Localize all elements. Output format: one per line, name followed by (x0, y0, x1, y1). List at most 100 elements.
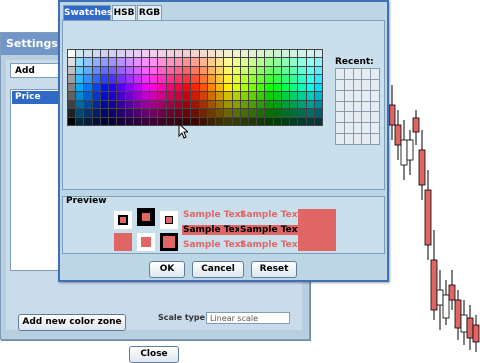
color-swatch[interactable] (158, 117, 166, 125)
color-swatch[interactable] (216, 83, 224, 92)
color-swatch[interactable] (314, 109, 322, 117)
recent-swatch[interactable] (362, 134, 371, 144)
color-swatch[interactable] (92, 100, 100, 109)
color-swatch[interactable] (314, 66, 322, 75)
color-swatch[interactable] (257, 50, 265, 58)
color-swatch[interactable] (207, 66, 216, 75)
color-swatch[interactable] (158, 92, 166, 100)
color-swatch[interactable] (166, 83, 174, 92)
color-swatch[interactable] (290, 92, 298, 100)
color-swatch[interactable] (166, 58, 174, 66)
color-swatch[interactable] (306, 100, 314, 109)
color-swatch[interactable] (257, 109, 265, 117)
color-swatch[interactable] (265, 75, 273, 83)
color-swatch[interactable] (232, 83, 240, 92)
recent-swatch[interactable] (353, 112, 362, 123)
color-swatch[interactable] (265, 66, 273, 75)
color-swatch[interactable] (125, 109, 133, 117)
color-swatch[interactable] (248, 50, 257, 58)
color-swatch[interactable] (207, 75, 216, 83)
color-swatch[interactable] (207, 100, 216, 109)
color-swatch[interactable] (199, 75, 207, 83)
color-swatch[interactable] (133, 109, 142, 117)
recent-swatch[interactable] (362, 69, 371, 79)
color-swatch[interactable] (125, 83, 133, 92)
recent-swatch[interactable] (336, 123, 344, 134)
color-swatch[interactable] (191, 83, 199, 92)
color-swatch[interactable] (150, 117, 158, 125)
color-swatch[interactable] (84, 58, 92, 66)
color-swatch[interactable] (158, 66, 166, 75)
color-swatch[interactable] (240, 109, 248, 117)
recent-swatch[interactable] (362, 112, 371, 123)
color-swatch[interactable] (68, 75, 76, 83)
color-swatch[interactable] (199, 100, 207, 109)
color-swatch[interactable] (125, 117, 133, 125)
color-swatch[interactable] (273, 50, 281, 58)
color-swatch[interactable] (68, 117, 76, 125)
color-swatch[interactable] (142, 117, 150, 125)
color-swatch[interactable] (240, 66, 248, 75)
color-swatch[interactable] (125, 75, 133, 83)
color-swatch[interactable] (306, 109, 314, 117)
color-swatch[interactable] (240, 75, 248, 83)
color-swatch[interactable] (133, 50, 142, 58)
color-swatch[interactable] (117, 58, 125, 66)
color-swatch[interactable] (109, 109, 117, 117)
color-swatch[interactable] (290, 58, 298, 66)
color-swatch[interactable] (240, 58, 248, 66)
add-dropdown[interactable]: Add (10, 63, 62, 78)
tab-swatches[interactable]: Swatches (63, 5, 112, 20)
color-swatch[interactable] (281, 58, 290, 66)
color-swatch[interactable] (76, 75, 84, 83)
recent-swatch[interactable] (362, 79, 371, 90)
color-swatch[interactable] (265, 100, 273, 109)
color-swatch[interactable] (84, 100, 92, 109)
color-swatch[interactable] (100, 83, 109, 92)
color-swatch[interactable] (191, 66, 199, 75)
color-swatch[interactable] (125, 100, 133, 109)
color-swatch[interactable] (281, 83, 290, 92)
color-swatch[interactable] (174, 66, 183, 75)
cancel-button[interactable]: Cancel (192, 261, 244, 278)
color-swatch[interactable] (207, 109, 216, 117)
recent-swatch[interactable] (336, 69, 344, 79)
color-swatch[interactable] (265, 109, 273, 117)
color-swatch[interactable] (109, 50, 117, 58)
color-swatch[interactable] (314, 117, 322, 125)
color-swatch[interactable] (92, 75, 100, 83)
color-swatch[interactable] (109, 75, 117, 83)
indicator-list[interactable]: Price (10, 89, 64, 271)
color-swatch[interactable] (92, 92, 100, 100)
color-swatch[interactable] (224, 83, 232, 92)
recent-swatch[interactable] (344, 90, 353, 101)
color-swatch[interactable] (216, 50, 224, 58)
color-swatch[interactable] (109, 92, 117, 100)
swatch-grid[interactable] (67, 49, 323, 126)
color-swatch[interactable] (232, 109, 240, 117)
color-swatch[interactable] (68, 66, 76, 75)
color-swatch[interactable] (174, 100, 183, 109)
color-swatch[interactable] (257, 117, 265, 125)
color-swatch[interactable] (281, 100, 290, 109)
color-swatch[interactable] (248, 117, 257, 125)
color-swatch[interactable] (183, 50, 191, 58)
color-swatch[interactable] (232, 92, 240, 100)
color-swatch[interactable] (142, 100, 150, 109)
recent-swatch[interactable] (336, 134, 344, 144)
color-swatch[interactable] (207, 83, 216, 92)
color-swatch[interactable] (117, 92, 125, 100)
color-swatch[interactable] (298, 83, 306, 92)
color-swatch[interactable] (314, 100, 322, 109)
recent-swatch[interactable] (371, 90, 379, 101)
color-swatch[interactable] (232, 100, 240, 109)
color-swatch[interactable] (68, 92, 76, 100)
color-swatch[interactable] (174, 58, 183, 66)
color-swatch[interactable] (216, 109, 224, 117)
color-swatch[interactable] (150, 83, 158, 92)
ok-button[interactable]: OK (149, 261, 185, 278)
color-swatch[interactable] (248, 92, 257, 100)
color-swatch[interactable] (125, 58, 133, 66)
recent-swatch[interactable] (344, 134, 353, 144)
color-swatch[interactable] (133, 75, 142, 83)
